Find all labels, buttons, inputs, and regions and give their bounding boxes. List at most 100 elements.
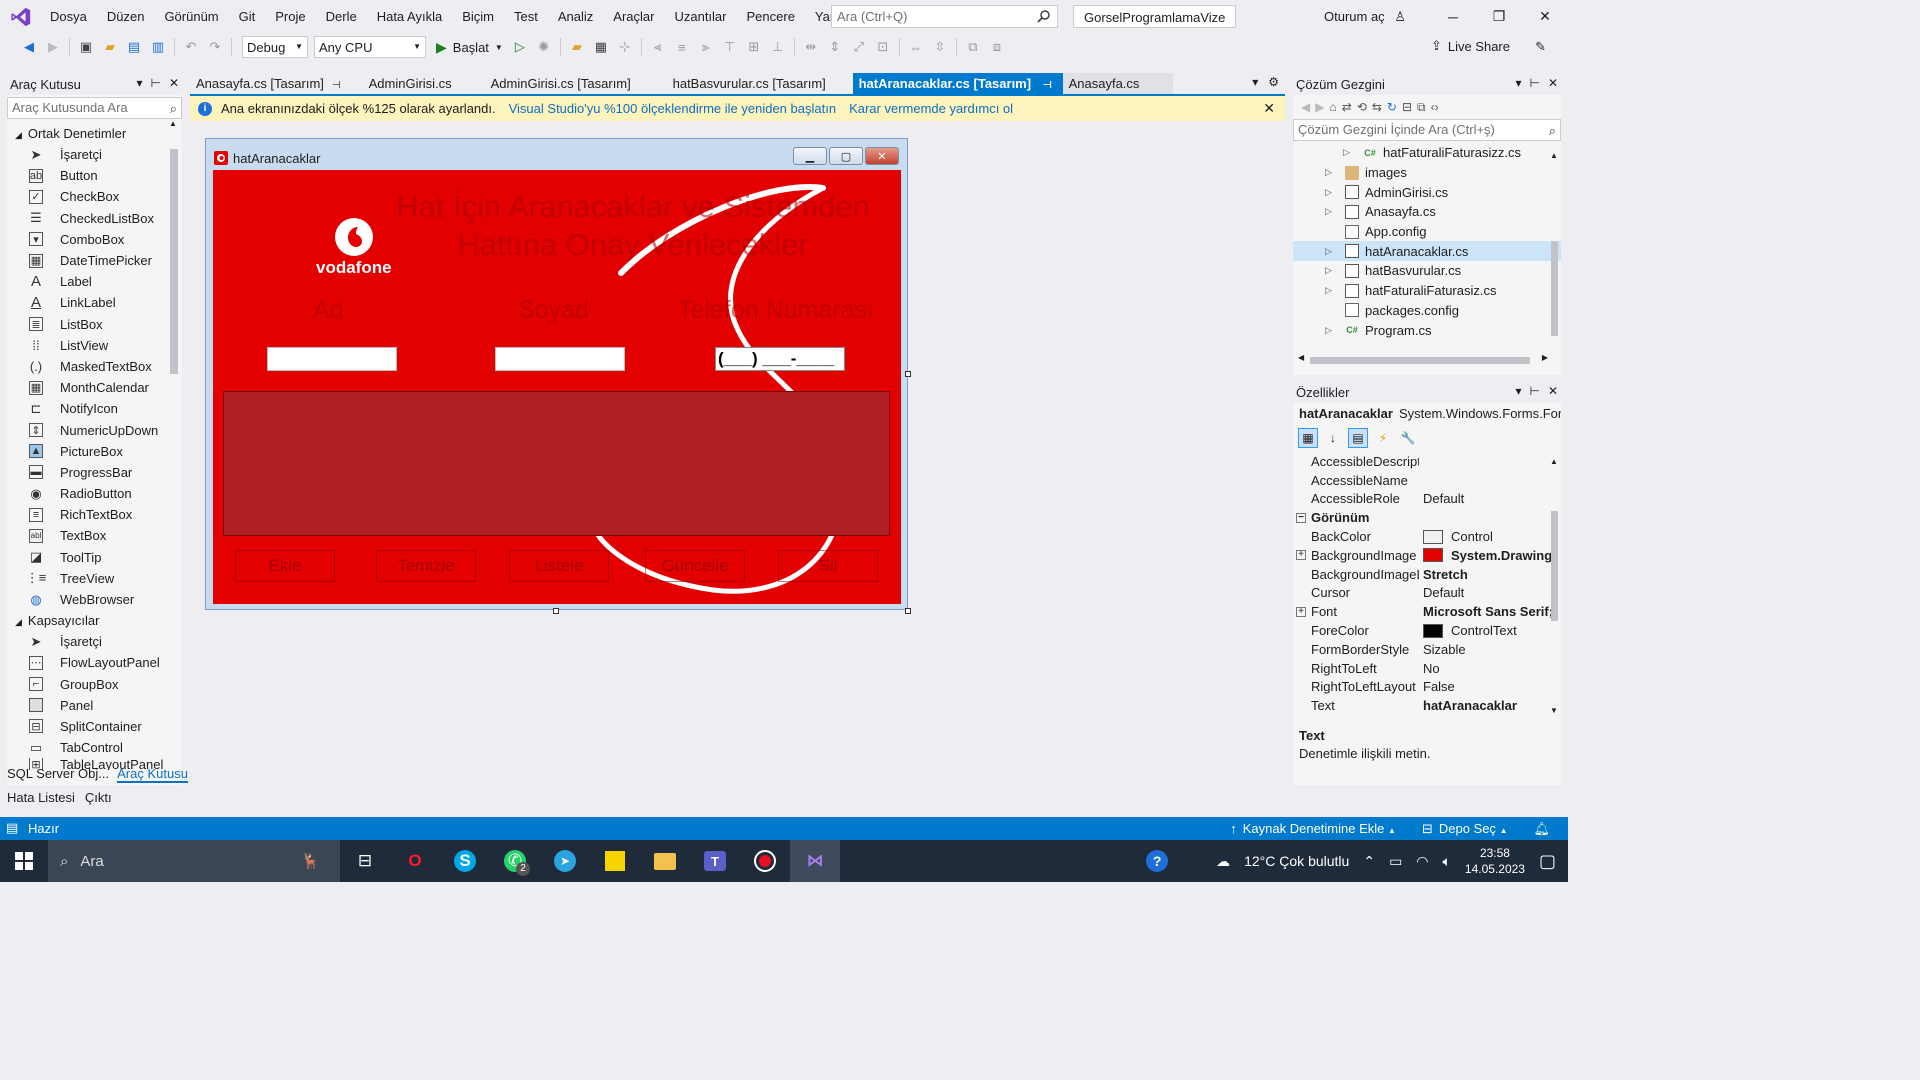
code-view-icon[interactable]: ‹› — [1431, 100, 1439, 114]
alphabetical-icon[interactable]: ↓ — [1323, 428, 1343, 448]
property-value[interactable]: Default — [1419, 491, 1561, 506]
tree-item-program[interactable]: ▷ C# Program.cs — [1293, 320, 1561, 340]
toolbox-item-progressbar[interactable]: ▬ ProgressBar — [7, 462, 182, 483]
help-icon[interactable]: ? — [1146, 850, 1169, 872]
menu-build[interactable]: Derle — [316, 0, 367, 33]
maximize-icon[interactable]: ▢ — [829, 147, 863, 165]
platform-dropdown[interactable]: Any CPU ▼ — [314, 36, 426, 58]
toolbox-item-checkbox[interactable]: ✓ CheckBox — [7, 186, 182, 207]
expand-arrow-icon[interactable]: ▷ — [1325, 167, 1332, 178]
opera-icon[interactable]: O — [390, 840, 440, 882]
tab-output[interactable]: Çıktı — [85, 790, 112, 805]
menu-extensions[interactable]: Uzantılar — [664, 0, 736, 33]
battery-icon[interactable]: ▭ — [1389, 853, 1402, 870]
expand-arrow-icon[interactable]: ▷ — [1343, 147, 1350, 158]
property-value[interactable]: No — [1419, 661, 1561, 676]
toolbox-item-splitcontainer[interactable]: ⊟ SplitContainer — [7, 716, 182, 737]
toolbox-item-listview[interactable]: ⁞⁞ ListView — [7, 335, 182, 356]
scroll-up-icon[interactable]: ▲ — [1550, 151, 1558, 160]
send-to-back-icon[interactable]: ⧈ — [988, 38, 1006, 56]
toolbox-item-picturebox[interactable]: ▲ PictureBox — [7, 441, 182, 462]
property-category[interactable]: − Görünüm — [1293, 508, 1561, 527]
scroll-up-icon[interactable]: ▲ — [1550, 457, 1558, 466]
resize-handle-right[interactable] — [905, 371, 911, 377]
property-value[interactable]: Sizable — [1419, 642, 1561, 657]
toolbox-item-pointer[interactable]: ➤ İşaretçi — [7, 144, 182, 165]
property-value-cell[interactable]: ControlText — [1419, 623, 1561, 638]
whatsapp-icon[interactable]: ✆ 2 — [490, 840, 540, 882]
chevron-up-icon[interactable]: ⌃ — [1363, 853, 1375, 870]
property-pages-icon[interactable]: 🔧 — [1398, 428, 1418, 448]
start-button[interactable] — [0, 852, 48, 870]
same-size-icon[interactable]: ⤢ — [850, 38, 868, 56]
tab-admingirisi-code[interactable]: AdminGirisi.cs — [363, 73, 485, 94]
expand-arrow-icon[interactable]: ▷ — [1325, 246, 1332, 257]
task-view-icon[interactable]: ⊟ — [340, 840, 390, 882]
toolbox-item-notifyicon[interactable]: ⊏ NotifyIcon — [7, 398, 182, 419]
property-row[interactable]: + BackgroundImage System.Drawing — [1293, 546, 1561, 565]
scroll-up-icon[interactable]: ▲ — [169, 119, 177, 128]
resize-handle-corner[interactable] — [905, 608, 911, 614]
toolbox-item-flowlayoutpanel[interactable]: ⋯ FlowLayoutPanel — [7, 652, 182, 673]
refresh-icon[interactable]: ↻ — [1387, 100, 1397, 114]
align-top-icon[interactable]: ⊤ — [721, 38, 739, 56]
toolbox-item-listbox[interactable]: ≣ ListBox — [7, 314, 182, 335]
ad-textbox[interactable] — [267, 347, 397, 371]
close-icon[interactable]: ✕ — [1522, 0, 1568, 33]
toolbox-item-numericupdown[interactable]: ⇕ NumericUpDown — [7, 419, 182, 440]
categorized-icon[interactable]: ▦ — [1298, 428, 1318, 448]
property-value[interactable]: hatAranacaklar — [1419, 698, 1561, 713]
menu-window[interactable]: Pencere — [737, 0, 805, 33]
sync-icon[interactable]: ⇆ — [1372, 100, 1382, 114]
home-icon[interactable]: ⌂ — [1329, 100, 1336, 114]
size-to-grid-icon[interactable]: ⊡ — [874, 38, 892, 56]
scrollbar-thumb[interactable] — [1310, 357, 1530, 364]
tree-item-packagesconfig[interactable]: packages.config — [1293, 301, 1561, 321]
menu-file[interactable]: Dosya — [40, 0, 97, 33]
solution-horizontal-scrollbar[interactable]: ◀ ▶ — [1298, 353, 1548, 365]
tab-toolbox[interactable]: Araç Kutusu — [117, 766, 188, 783]
skype-icon[interactable]: S — [440, 840, 490, 882]
scrollbar-thumb[interactable] — [170, 149, 178, 374]
tab-hataranacaklar-design[interactable]: hatAranacaklar.cs [Tasarım] ⊣ ✕ — [852, 73, 1063, 114]
property-row[interactable]: BackColor Control — [1293, 527, 1561, 546]
start-without-debug-icon[interactable]: ▷ — [511, 38, 529, 56]
toolbox-item-maskedtextbox[interactable]: (.) MaskedTextBox — [7, 356, 182, 377]
toolbox-item-pointer[interactable]: ➤ İşaretçi — [7, 631, 182, 652]
tab-anasayfa-design[interactable]: Anasayfa.cs [Tasarım] ⊣ — [190, 73, 347, 94]
close-icon[interactable]: ✕ — [1548, 384, 1558, 398]
property-value[interactable]: Stretch — [1419, 567, 1561, 582]
toolbox-item-panel[interactable]: Panel — [7, 695, 182, 716]
close-icon[interactable]: ✕ — [865, 147, 899, 165]
ekle-button[interactable]: Ekle — [235, 550, 335, 582]
align-bottom-icon[interactable]: ⊥ — [769, 38, 787, 56]
restore-icon[interactable]: ❐ — [1476, 0, 1522, 33]
save-all-icon[interactable]: ▥ — [149, 38, 167, 56]
file-explorer-icon[interactable] — [640, 840, 690, 882]
scroll-left-icon[interactable]: ◀ — [1298, 353, 1304, 362]
save-icon[interactable]: ▤ — [125, 38, 143, 56]
properties-view-icon[interactable]: ▤ — [1348, 428, 1368, 448]
property-row[interactable]: AccessibleDescriptic — [1293, 452, 1561, 471]
tab-anasayfa-code[interactable]: Anasayfa.cs — [1062, 73, 1173, 94]
restart-link[interactable]: Visual Studio'yu %100 ölçeklendirme ile … — [509, 101, 836, 116]
expand-arrow-icon[interactable]: ▷ — [1325, 206, 1332, 217]
menu-debug[interactable]: Hata Ayıkla — [367, 0, 453, 33]
menu-view[interactable]: Görünüm — [154, 0, 228, 33]
weather-text[interactable]: 12°C Çok bulutlu — [1244, 853, 1349, 869]
same-width-icon[interactable]: ⇹ — [802, 38, 820, 56]
toolbox-item-groupbox[interactable]: ⌐ GroupBox — [7, 674, 182, 695]
tree-item-appconfig[interactable]: App.config — [1293, 222, 1561, 242]
property-row[interactable]: Cursor Default — [1293, 584, 1561, 603]
property-row[interactable]: ForeColor ControlText — [1293, 621, 1561, 640]
tab-error-list[interactable]: Hata Listesi — [7, 790, 75, 805]
expand-arrow-icon[interactable]: ▷ — [1325, 265, 1332, 276]
object-selector[interactable]: hatAranacaklar System.Windows.Forms.Form — [1293, 403, 1561, 424]
toolbox-item-linklabel[interactable]: A LinkLabel — [7, 292, 182, 313]
events-icon[interactable]: ⚡ — [1373, 428, 1393, 448]
listele-button[interactable]: Listele — [509, 550, 609, 582]
sil-button[interactable]: Sil — [778, 550, 878, 582]
output-window-icon[interactable]: ▤ — [6, 820, 18, 836]
toolbox-item-radiobutton[interactable]: ◉ RadioButton — [7, 483, 182, 504]
back-icon[interactable]: ◀ — [1301, 100, 1310, 114]
